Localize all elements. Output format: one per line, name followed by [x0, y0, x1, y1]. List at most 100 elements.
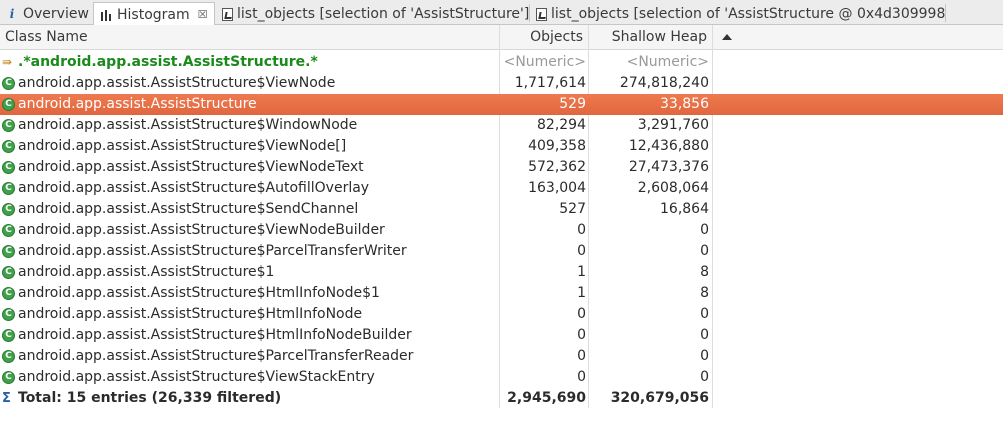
- shallow-heap-cell: 3,291,760: [637, 117, 709, 133]
- shallow-heap-cell: 0: [700, 306, 709, 322]
- total-shallow-heap: 320,679,056: [610, 390, 709, 406]
- shallow-heap-cell: 0: [700, 348, 709, 364]
- class-icon: C: [2, 77, 15, 90]
- column-header-objects[interactable]: Objects: [500, 25, 588, 50]
- editor-tab-bar: i Overview Histogram ☒ list_objects [sel…: [0, 0, 1003, 26]
- objects-cell: 163,004: [528, 180, 586, 196]
- class-name-cell: android.app.assist.AssistStructure$1: [18, 264, 275, 280]
- shallow-heap-filter-input[interactable]: <Numeric>: [627, 52, 709, 73]
- shallow-heap-cell: 0: [700, 327, 709, 343]
- class-icon: C: [2, 182, 15, 195]
- class-icon: C: [2, 308, 15, 321]
- class-name-cell: android.app.assist.AssistStructure$Autof…: [18, 180, 370, 196]
- objects-cell: 1,717,614: [514, 75, 586, 91]
- class-icon: C: [2, 371, 15, 384]
- info-icon: i: [9, 7, 15, 21]
- tab-separator: [529, 4, 530, 22]
- column-header-shallow-heap[interactable]: Shallow Heap: [589, 25, 712, 50]
- class-icon: C: [2, 245, 15, 258]
- shallow-heap-cell: 12,436,880: [628, 138, 709, 154]
- objects-cell: 409,358: [528, 138, 586, 154]
- column-header-class-name[interactable]: Class Name: [0, 25, 499, 50]
- tab-histogram[interactable]: Histogram ☒: [93, 2, 215, 26]
- doc-icon: [222, 7, 233, 21]
- table-row[interactable]: Candroid.app.assist.AssistStructure$Html…: [0, 304, 1003, 325]
- table-row[interactable]: Candroid.app.assist.AssistStructure$Html…: [0, 283, 1003, 304]
- class-name-cell: android.app.assist.AssistStructure$ViewN…: [18, 159, 364, 175]
- class-name-cell: android.app.assist.AssistStructure$HtmlI…: [18, 306, 363, 322]
- table-header: Class Name Objects Shallow Heap: [0, 25, 1003, 50]
- close-icon[interactable]: ☒: [198, 8, 208, 21]
- objects-cell: 1: [577, 285, 586, 301]
- table-row[interactable]: Candroid.app.assist.AssistStructure 529 33…: [0, 94, 1003, 115]
- total-objects: 2,945,690: [507, 390, 586, 406]
- regex-filter-row[interactable]: ⇛ .*android.app.assist.AssistStructure.*…: [0, 52, 1003, 73]
- tab-list-objects-1[interactable]: list_objects [selection of 'AssistStruct…: [217, 3, 529, 25]
- objects-cell: 0: [577, 348, 586, 364]
- sort-ascending-icon[interactable]: [722, 34, 732, 40]
- objects-filter-input[interactable]: <Numeric>: [504, 52, 586, 73]
- shallow-heap-cell: 0: [700, 369, 709, 385]
- objects-cell: 529: [559, 96, 586, 112]
- table-row[interactable]: Candroid.app.assist.AssistStructure$Send…: [0, 199, 1003, 220]
- table-row[interactable]: Candroid.app.assist.AssistStructure$View…: [0, 157, 1003, 178]
- objects-cell: 0: [577, 327, 586, 343]
- table-row[interactable]: Candroid.app.assist.AssistStructure$Wind…: [0, 115, 1003, 136]
- class-icon: C: [2, 203, 15, 216]
- total-row: Σ Total: 15 entries (26,339 filtered) 2,…: [0, 388, 1003, 409]
- class-name-cell: android.app.assist.AssistStructure$Parce…: [18, 348, 414, 364]
- tab-list-objects-2[interactable]: list_objects [selection of 'AssistStruct…: [531, 3, 945, 25]
- shallow-heap-cell: 8: [700, 264, 709, 280]
- table-row[interactable]: Candroid.app.assist.AssistStructure$View…: [0, 73, 1003, 94]
- class-icon: C: [2, 329, 15, 342]
- objects-cell: 1: [577, 264, 586, 280]
- table-row[interactable]: Candroid.app.assist.AssistStructure$Html…: [0, 325, 1003, 346]
- class-name-cell: android.app.assist.AssistStructure$ViewS…: [18, 369, 375, 385]
- objects-cell: 82,294: [537, 117, 586, 133]
- class-icon: C: [2, 266, 15, 279]
- tab-list-objects-1-label: list_objects [selection of 'AssistStruct…: [237, 6, 529, 22]
- class-name-cell: android.app.assist.AssistStructure: [18, 96, 257, 112]
- table-row[interactable]: Candroid.app.assist.AssistStructure$View…: [0, 367, 1003, 388]
- histogram-icon: [99, 8, 113, 22]
- table-row[interactable]: Candroid.app.assist.AssistStructure$Parc…: [0, 241, 1003, 262]
- tab-list-objects-2-label: list_objects [selection of 'AssistStruct…: [551, 6, 945, 22]
- objects-cell: 0: [577, 222, 586, 238]
- class-name-cell: android.app.assist.AssistStructure$SendC…: [18, 201, 359, 217]
- shallow-heap-cell: 0: [700, 222, 709, 238]
- class-icon: C: [2, 350, 15, 363]
- shallow-heap-cell: 8: [700, 285, 709, 301]
- table-row[interactable]: Candroid.app.assist.AssistStructure$Auto…: [0, 178, 1003, 199]
- class-icon: C: [2, 224, 15, 237]
- doc-icon: [536, 7, 547, 21]
- table-row[interactable]: Candroid.app.assist.AssistStructure$View…: [0, 136, 1003, 157]
- class-icon: C: [2, 119, 15, 132]
- shallow-heap-cell: 0: [700, 243, 709, 259]
- tab-overview-label: Overview: [23, 6, 89, 22]
- tab-overview[interactable]: i Overview: [0, 3, 92, 25]
- class-name-cell: android.app.assist.AssistStructure$ViewN…: [18, 222, 385, 238]
- table-row[interactable]: Candroid.app.assist.AssistStructure$View…: [0, 220, 1003, 241]
- objects-cell: 527: [559, 201, 586, 217]
- class-name-cell: android.app.assist.AssistStructure$HtmlI…: [18, 285, 380, 301]
- shallow-heap-cell: 16,864: [660, 201, 709, 217]
- objects-cell: 0: [577, 369, 586, 385]
- class-name-cell: android.app.assist.AssistStructure$Windo…: [18, 117, 358, 133]
- total-label: Total: 15 entries (26,339 filtered): [18, 390, 282, 406]
- class-icon: C: [2, 98, 15, 111]
- shallow-heap-cell: 27,473,376: [628, 159, 709, 175]
- table-row[interactable]: Candroid.app.assist.AssistStructure$1 1 8: [0, 262, 1003, 283]
- shallow-heap-cell: 274,818,240: [619, 75, 709, 91]
- class-icon: C: [2, 140, 15, 153]
- empty-area: [0, 408, 1003, 428]
- tab-separator: [945, 4, 946, 22]
- shallow-heap-cell: 33,856: [660, 96, 709, 112]
- objects-cell: 0: [577, 243, 586, 259]
- sum-icon: Σ: [2, 391, 11, 406]
- class-name-cell: android.app.assist.AssistStructure$HtmlI…: [18, 327, 412, 343]
- class-name-cell: android.app.assist.AssistStructure$ViewN…: [18, 138, 347, 154]
- table-row[interactable]: Candroid.app.assist.AssistStructure$Parc…: [0, 346, 1003, 367]
- regex-filter-input[interactable]: .*android.app.assist.AssistStructure.*: [18, 52, 318, 73]
- objects-cell: 0: [577, 306, 586, 322]
- class-icon: C: [2, 287, 15, 300]
